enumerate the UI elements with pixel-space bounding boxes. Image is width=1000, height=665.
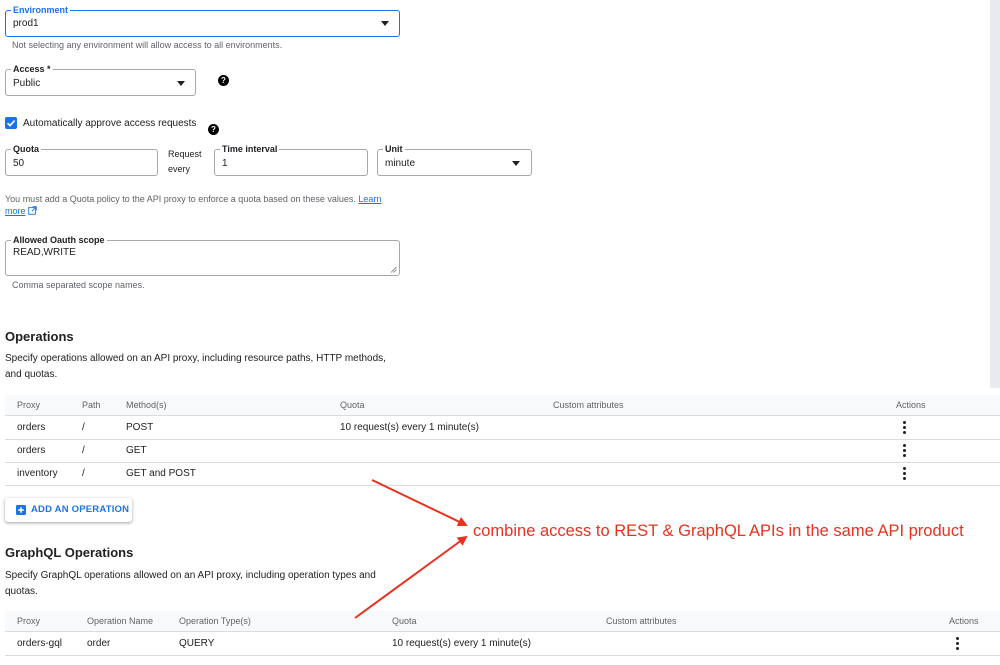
learn-more-link-2[interactable]: more <box>5 206 26 216</box>
operations-table-header: Proxy Path Method(s) Quota Custom attrib… <box>5 395 1000 416</box>
add-box-icon <box>16 505 26 515</box>
cell-path: / <box>82 468 85 479</box>
request-every-line1: Request <box>168 149 202 159</box>
col-custom-attributes: Custom attributes <box>553 400 624 410</box>
quota-label: Quota <box>11 143 41 155</box>
table-row: inventory / GET and POST <box>5 462 1000 486</box>
access-label: Access * <box>11 63 53 75</box>
caret-down-icon <box>177 81 185 86</box>
auto-approve-checkbox[interactable] <box>5 117 17 129</box>
col-proxy: Proxy <box>17 616 41 626</box>
access-value: Public <box>13 78 41 89</box>
operations-desc-line2: and quotas. <box>5 369 58 380</box>
col-actions: Actions <box>949 616 979 626</box>
col-quota: Quota <box>392 616 417 626</box>
graphql-operations-title: GraphQL Operations <box>5 545 134 560</box>
annotation-arrows <box>354 479 468 619</box>
quota-note: You must add a Quota policy to the API p… <box>5 193 405 217</box>
oauth-scope-label: Allowed Oauth scope <box>11 234 107 246</box>
cell-operation-type: QUERY <box>179 638 215 649</box>
unit-label: Unit <box>383 143 405 155</box>
add-operation-button[interactable]: ADD AN OPERATION <box>5 498 132 522</box>
graphql-desc-line1: Specify GraphQL operations allowed on an… <box>5 570 376 581</box>
col-operation-type: Operation Type(s) <box>179 616 251 626</box>
table-row: orders-gql order QUERY 10 request(s) eve… <box>5 632 1000 656</box>
more-vert-icon[interactable] <box>903 444 906 459</box>
quota-note-text: You must add a Quota policy to the API p… <box>5 194 356 204</box>
auto-approve-label: Automatically approve access requests <box>23 118 197 129</box>
operations-description: Specify operations allowed on an API pro… <box>5 351 386 383</box>
cell-proxy: inventory <box>17 468 58 479</box>
environment-select[interactable]: Environment prod1 <box>5 4 400 37</box>
scrollbar-track[interactable] <box>990 0 1000 388</box>
graphql-table-header: Proxy Operation Name Operation Type(s) Q… <box>5 611 1000 632</box>
oauth-scope-textarea[interactable]: Allowed Oauth scope READ,WRITE <box>5 234 400 276</box>
check-icon <box>6 120 16 127</box>
col-proxy: Proxy <box>17 400 41 410</box>
environment-label: Environment <box>11 4 71 16</box>
quota-input[interactable]: Quota 50 <box>5 143 158 176</box>
cell-path: / <box>82 422 85 433</box>
cell-path: / <box>82 445 85 456</box>
more-vert-icon[interactable] <box>903 421 906 436</box>
col-actions: Actions <box>896 400 926 410</box>
oauth-scope-value: READ,WRITE <box>13 247 76 258</box>
help-circle-icon[interactable]: ? <box>218 75 229 86</box>
add-operation-label: ADD AN OPERATION <box>31 504 130 515</box>
cell-quota: 10 request(s) every 1 minute(s) <box>340 422 479 433</box>
cell-operation-name: order <box>87 638 111 649</box>
cell-methods: GET <box>126 445 147 456</box>
col-methods: Method(s) <box>126 400 167 410</box>
oauth-scope-helper: Comma separated scope names. <box>12 280 145 290</box>
external-link-icon <box>28 206 37 215</box>
operations-table: Proxy Path Method(s) Quota Custom attrib… <box>5 395 1000 486</box>
col-quota: Quota <box>340 400 365 410</box>
help-circle-icon[interactable]: ? <box>208 124 219 135</box>
time-interval-value: 1 <box>222 158 228 169</box>
caret-down-icon <box>512 161 520 166</box>
cell-methods: GET and POST <box>126 468 196 479</box>
caret-down-icon <box>381 21 389 26</box>
graphql-description: Specify GraphQL operations allowed on an… <box>5 568 376 600</box>
cell-methods: POST <box>126 422 154 433</box>
environment-value: prod1 <box>13 18 39 29</box>
col-custom-attributes: Custom attributes <box>606 616 677 626</box>
environment-helper: Not selecting any environment will allow… <box>12 40 283 50</box>
learn-more-link[interactable]: Learn <box>358 194 381 204</box>
cell-proxy: orders-gql <box>17 638 63 649</box>
operations-title: Operations <box>5 329 74 344</box>
graphql-operations-table: Proxy Operation Name Operation Type(s) Q… <box>5 611 1000 657</box>
unit-value: minute <box>385 158 416 169</box>
resize-handle-icon[interactable] <box>390 266 397 273</box>
col-path: Path <box>82 400 101 410</box>
unit-select[interactable]: Unit minute <box>377 143 532 176</box>
annotation-text: combine access to REST & GraphQL APIs in… <box>473 522 964 540</box>
operations-desc-line1: Specify operations allowed on an API pro… <box>5 353 386 364</box>
graphql-desc-line2: quotas. <box>5 586 38 597</box>
access-select[interactable]: Access * Public <box>5 63 196 96</box>
table-row: orders / GET <box>5 439 1000 463</box>
quota-value: 50 <box>13 158 25 169</box>
time-interval-input[interactable]: Time interval 1 <box>214 143 368 176</box>
more-vert-icon[interactable] <box>956 637 959 652</box>
table-row: orders / POST 10 request(s) every 1 minu… <box>5 416 1000 440</box>
cell-proxy: orders <box>17 445 46 456</box>
cell-proxy: orders <box>17 422 46 433</box>
request-every-line2: every <box>168 164 191 174</box>
time-interval-label: Time interval <box>220 143 280 155</box>
request-every-label: Request every <box>168 147 202 177</box>
cell-quota: 10 request(s) every 1 minute(s) <box>392 638 531 649</box>
col-operation-name: Operation Name <box>87 616 154 626</box>
more-vert-icon[interactable] <box>903 467 906 482</box>
annotation-arrow-up <box>371 479 468 527</box>
